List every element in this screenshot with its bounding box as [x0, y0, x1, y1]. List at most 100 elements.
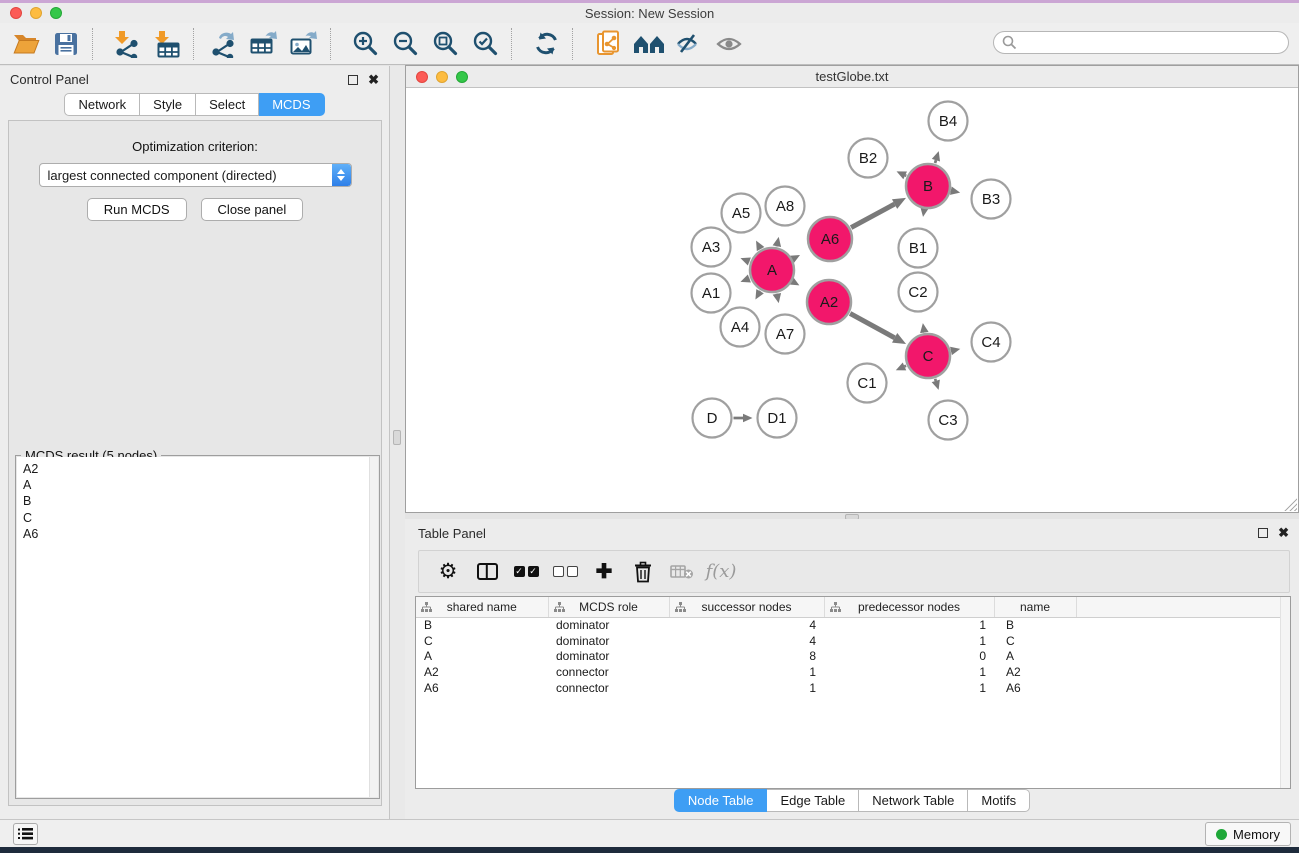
splitter-handle[interactable]	[393, 430, 401, 445]
table-cell[interactable]: A	[416, 648, 548, 664]
table-cell[interactable]: A2	[994, 664, 1076, 680]
network-graph[interactable]: B4B2BB3A8A5A6A3B1AA1C2A2A4A7C4CC1C3DD1	[406, 89, 1298, 512]
table-row[interactable]: Bdominator41B	[416, 617, 1290, 633]
table-cell[interactable]: 1	[824, 617, 994, 633]
zoom-in-icon[interactable]	[345, 26, 385, 62]
search-field[interactable]	[993, 31, 1289, 54]
graph-node-D[interactable]: D	[693, 399, 732, 438]
unselect-all-columns-icon[interactable]	[550, 556, 580, 588]
search-input[interactable]	[1017, 35, 1288, 50]
edge-B-B2[interactable]	[905, 175, 906, 176]
table-cell[interactable]: B	[994, 617, 1076, 633]
memory-button[interactable]: Memory	[1205, 822, 1291, 846]
run-mcds-button[interactable]: Run MCDS	[87, 198, 187, 221]
graph-node-A6[interactable]: A6	[808, 217, 852, 261]
eye-icon[interactable]	[709, 26, 749, 62]
graph-node-B3[interactable]: B3	[972, 180, 1011, 219]
table-cell[interactable]: connector	[548, 680, 669, 696]
apply-layout-icon[interactable]	[526, 26, 566, 62]
network-window-titlebar[interactable]: testGlobe.txt	[406, 66, 1298, 88]
graph-node-B2[interactable]: B2	[849, 139, 888, 178]
edge-A6-B[interactable]	[851, 204, 894, 228]
zoom-selected-icon[interactable]	[465, 26, 505, 62]
graph-node-A1[interactable]: A1	[692, 274, 731, 313]
select-all-columns-icon[interactable]: ✓✓	[511, 556, 541, 588]
tab-network-table[interactable]: Network Table	[859, 789, 968, 812]
vertical-splitter[interactable]	[390, 66, 405, 819]
graph-node-B4[interactable]: B4	[929, 102, 968, 141]
delete-columns-icon[interactable]	[628, 556, 658, 588]
table-cell[interactable]: connector	[548, 664, 669, 680]
column-header-name[interactable]: name	[994, 597, 1076, 617]
import-network-icon[interactable]	[107, 26, 147, 62]
tab-motifs[interactable]: Motifs	[968, 789, 1030, 812]
graph-node-A5[interactable]: A5	[722, 194, 761, 233]
edge-C-C1[interactable]	[904, 366, 906, 367]
table-cell[interactable]: 4	[669, 633, 824, 649]
table-cell[interactable]: 1	[669, 680, 824, 696]
table-cell[interactable]: A	[994, 648, 1076, 664]
table-cell[interactable]: C	[994, 633, 1076, 649]
close-panel-button[interactable]: Close panel	[201, 198, 304, 221]
column-header-shared-name[interactable]: shared name	[416, 597, 548, 617]
tab-network[interactable]: Network	[64, 93, 140, 116]
zoom-out-icon[interactable]	[385, 26, 425, 62]
graph-node-C1[interactable]: C1	[848, 364, 887, 403]
save-session-icon[interactable]	[46, 26, 86, 62]
column-layout-icon[interactable]	[472, 556, 502, 588]
network-document-icon[interactable]	[589, 26, 629, 62]
graph-node-A3[interactable]: A3	[692, 228, 731, 267]
import-table-icon[interactable]	[147, 26, 187, 62]
float-panel-icon[interactable]	[348, 75, 358, 85]
column-header-successor-nodes[interactable]: successor nodes	[669, 597, 824, 617]
table-cell[interactable]: 8	[669, 648, 824, 664]
result-list-item[interactable]: C	[17, 510, 378, 526]
table-cell[interactable]: 0	[824, 648, 994, 664]
table-cell[interactable]: 1	[824, 680, 994, 696]
graph-node-C3[interactable]: C3	[929, 401, 968, 440]
result-scrollbar[interactable]	[369, 457, 378, 797]
edge-A2-C[interactable]	[850, 313, 895, 337]
tab-node-table[interactable]: Node Table	[674, 789, 768, 812]
column-header-predecessor-nodes[interactable]: predecessor nodes	[824, 597, 994, 617]
table-cell[interactable]: dominator	[548, 617, 669, 633]
network-canvas[interactable]: B4B2BB3A8A5A6A3B1AA1C2A2A4A7C4CC1C3DD1	[406, 89, 1298, 512]
graph-node-C4[interactable]: C4	[972, 323, 1011, 362]
column-header-MCDS-role[interactable]: MCDS role	[548, 597, 669, 617]
table-cell[interactable]: dominator	[548, 648, 669, 664]
table-row[interactable]: A2connector11A2	[416, 664, 1290, 680]
graph-node-B1[interactable]: B1	[899, 229, 938, 268]
close-table-panel-icon[interactable]: ✖	[1278, 528, 1289, 538]
float-table-panel-icon[interactable]	[1258, 528, 1268, 538]
export-image-icon[interactable]	[284, 26, 324, 62]
zoom-fit-icon[interactable]	[425, 26, 465, 62]
close-panel-icon[interactable]: ✖	[368, 75, 379, 85]
table-cell[interactable]: 1	[824, 633, 994, 649]
graph-node-B[interactable]: B	[906, 164, 950, 208]
table-cell[interactable]: 4	[669, 617, 824, 633]
graph-node-C2[interactable]: C2	[899, 273, 938, 312]
graph-node-D1[interactable]: D1	[758, 399, 797, 438]
result-list-item[interactable]: B	[17, 493, 378, 509]
open-session-icon[interactable]	[6, 26, 46, 62]
table-settings-gear-icon[interactable]: ⚙	[433, 556, 463, 588]
tab-style[interactable]: Style	[140, 93, 196, 116]
tab-mcds[interactable]: MCDS	[259, 93, 324, 116]
graph-node-A7[interactable]: A7	[766, 315, 805, 354]
edge-B-B4[interactable]	[935, 160, 936, 163]
table-row[interactable]: Adominator80A	[416, 648, 1290, 664]
edge-C-C3[interactable]	[935, 379, 936, 381]
criterion-dropdown[interactable]: largest connected component (directed)	[39, 163, 352, 187]
eye-slash-icon[interactable]	[669, 26, 709, 62]
export-table-icon[interactable]	[244, 26, 284, 62]
export-network-icon[interactable]	[204, 26, 244, 62]
table-row[interactable]: Cdominator41C	[416, 633, 1290, 649]
table-cell[interactable]: C	[416, 633, 548, 649]
resize-grip-icon[interactable]	[1284, 498, 1297, 511]
graph-node-A2[interactable]: A2	[807, 280, 851, 324]
table-cell[interactable]: dominator	[548, 633, 669, 649]
table-cell[interactable]: 1	[669, 664, 824, 680]
mcds-result-list[interactable]: A2ABCA6	[17, 457, 378, 797]
table-cell[interactable]: A6	[416, 680, 548, 696]
tab-edge-table[interactable]: Edge Table	[767, 789, 859, 812]
